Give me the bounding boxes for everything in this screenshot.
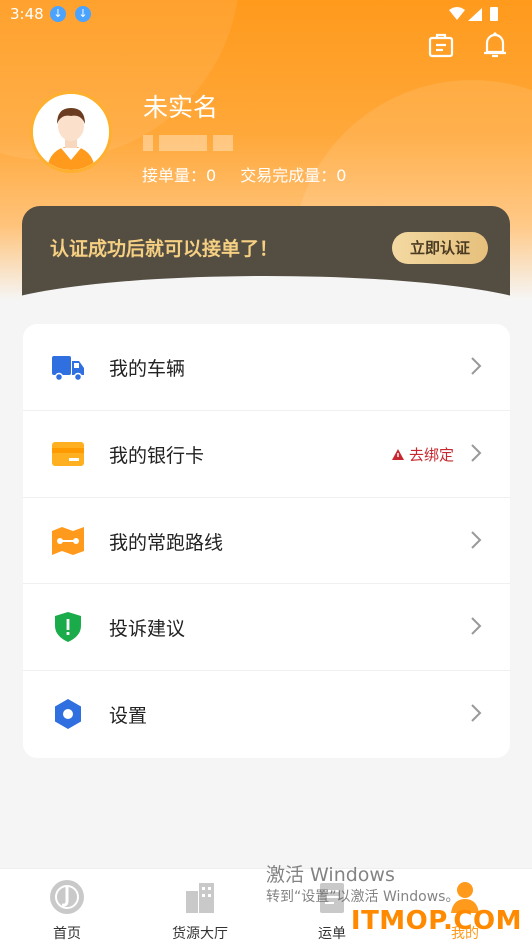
- bank-card-icon: [52, 441, 84, 466]
- menu-item-label: 我的常跑路线: [109, 531, 224, 554]
- menu-item-label: 我的银行卡: [109, 444, 205, 467]
- menu-list: 我的车辆 我的银行卡 去绑定 我的常跑路线 投诉建议 设置: [23, 324, 510, 758]
- menu-item-routes[interactable]: 我的常跑路线: [23, 498, 510, 585]
- tab-cargo-hall[interactable]: 货源大厅: [160, 879, 240, 943]
- site-watermark: ITMOP.COM: [350, 906, 522, 936]
- menu-item-label: 设置: [109, 705, 148, 728]
- menu-item-vehicles[interactable]: 我的车辆: [23, 324, 510, 411]
- chevron-right-icon: [471, 357, 482, 375]
- chevron-right-icon: [471, 530, 482, 549]
- status-time: 3:48: [10, 5, 44, 23]
- download-icon: ↓: [75, 6, 91, 22]
- menu-item-complaints[interactable]: 投诉建议: [23, 584, 510, 672]
- settings-hexagon-icon: [55, 699, 81, 730]
- avatar[interactable]: [30, 91, 112, 173]
- verify-now-button[interactable]: 立即认证: [392, 232, 488, 264]
- menu-item-settings[interactable]: 设置: [23, 671, 510, 758]
- tab-label: 货源大厅: [172, 926, 228, 942]
- tab-home[interactable]: 首页: [27, 879, 107, 943]
- wifi-icon: [449, 7, 465, 20]
- user-name: 未实名: [143, 93, 219, 122]
- user-avatar-icon: [33, 94, 109, 170]
- chevron-right-icon: [471, 704, 482, 722]
- user-stats: 接单量：0 交易完成量：0: [142, 162, 346, 186]
- download-icon: ↓: [50, 6, 66, 22]
- menu-item-bank-card[interactable]: 我的银行卡 去绑定: [23, 411, 510, 498]
- windows-activation-hint: 转到“设置”以激活 Windows。: [266, 889, 460, 905]
- signal-icon: [468, 8, 482, 21]
- warning-icon: [391, 448, 404, 460]
- verification-message: 认证成功后就可以接单了！: [50, 238, 279, 260]
- menu-item-label: 投诉建议: [109, 618, 186, 641]
- status-indicators: [448, 6, 502, 26]
- home-logo-icon: [50, 880, 84, 914]
- windows-activation-watermark: 激活 Windows: [266, 864, 395, 886]
- tab-label: 首页: [53, 926, 81, 942]
- bind-card-tag[interactable]: 去绑定: [391, 444, 454, 465]
- header-actions: [426, 30, 510, 60]
- masked-phone: [143, 135, 255, 151]
- battery-icon: [490, 7, 498, 21]
- bell-icon[interactable]: [480, 30, 510, 60]
- orders-bag-icon[interactable]: [426, 30, 456, 60]
- chevron-right-icon: [471, 444, 482, 462]
- orders-count: 接单量：0: [142, 166, 217, 185]
- route-map-icon: [52, 526, 84, 555]
- completed-count: 交易完成量：0: [240, 166, 347, 185]
- menu-item-label: 我的车辆: [109, 358, 186, 380]
- shield-exclamation-icon: [55, 612, 81, 643]
- chevron-right-icon: [471, 617, 482, 636]
- verification-banner: 认证成功后就可以接单了！ 立即认证: [22, 206, 510, 298]
- truck-icon: [52, 356, 84, 382]
- buildings-icon: [186, 883, 214, 913]
- status-bar: 3:48 ↓ ↓: [0, 0, 532, 30]
- bind-card-text: 去绑定: [408, 445, 454, 464]
